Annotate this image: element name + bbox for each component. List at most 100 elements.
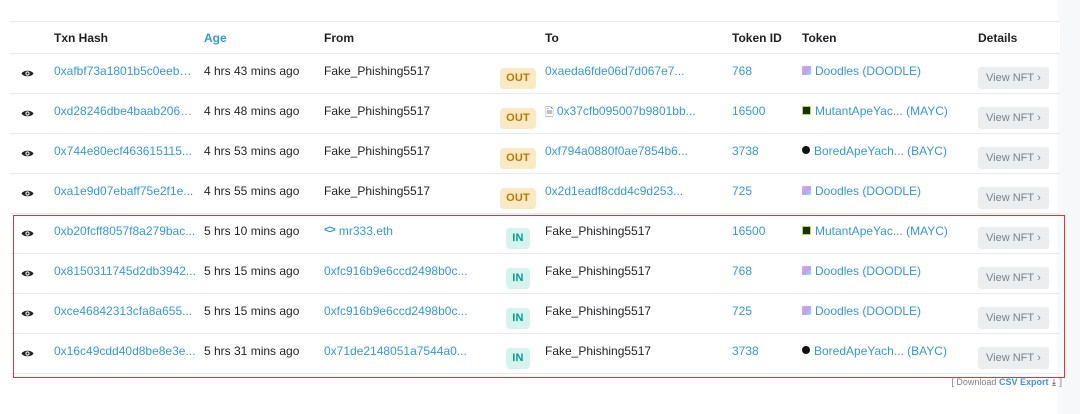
token-id-link[interactable]: 725 (732, 184, 752, 198)
eye-icon[interactable] (18, 225, 36, 243)
age-label: 4 hrs 48 mins ago (204, 104, 300, 118)
chevron-right-icon: › (1037, 351, 1041, 364)
txn-hash-link[interactable]: 0xafbf73a1801b5c0eeb6... (54, 64, 196, 78)
view-nft-button[interactable]: View NFT › (978, 66, 1049, 89)
chevron-right-icon: › (1037, 151, 1041, 164)
eye-icon[interactable] (18, 185, 36, 203)
direction-cell: OUT (498, 174, 538, 213)
scrollbar-track[interactable] (1058, 0, 1080, 414)
to-address-link[interactable]: 0x2d1eadf8cdd4c9d253... (545, 184, 683, 198)
txn-hash-cell: 0x744e80ecf463615115... (54, 134, 196, 173)
download-csv-line: [ Download CSV Export ⤓ ] (951, 377, 1062, 388)
eye-icon[interactable] (18, 65, 36, 83)
from-address-link[interactable]: 0xfc916b9e6ccd2498b0c... (324, 304, 467, 318)
token-link[interactable]: Doodles (DOODLE) (815, 184, 921, 198)
from-address-label: Fake_Phishing5517 (324, 104, 431, 118)
doodles-icon (802, 306, 811, 315)
header-age-sort[interactable]: Age (204, 22, 314, 53)
eye-icon[interactable] (18, 265, 36, 283)
token-cell: MutantApeYac... (MAYC) (802, 94, 972, 133)
txn-hash-cell: 0x8150311745d2db3942... (54, 254, 196, 293)
from-cell: <> mr333.eth (324, 214, 494, 253)
view-nft-button[interactable]: View NFT › (978, 306, 1049, 329)
direction-badge: OUT (500, 107, 536, 129)
view-nft-label: View NFT (986, 71, 1035, 84)
from-address-link[interactable]: mr333.eth (339, 224, 393, 238)
chevron-right-icon: › (1037, 71, 1041, 84)
table-row: 0x744e80ecf463615115... 4 hrs 53 mins ago… (10, 134, 1060, 174)
token-id-cell: 725 (732, 174, 792, 213)
token-link[interactable]: Doodles (DOODLE) (815, 304, 921, 318)
details-cell: View NFT › (978, 134, 1058, 173)
direction-cell: OUT (498, 94, 538, 133)
from-address-link[interactable]: 0x71de2148051a7544a0... (324, 344, 467, 358)
age-label: 4 hrs 53 mins ago (204, 144, 300, 158)
age-cell: 5 hrs 10 mins ago (204, 214, 314, 253)
token-link[interactable]: MutantApeYac... (MAYC) (815, 224, 948, 238)
from-address-label: Fake_Phishing5517 (324, 144, 431, 158)
token-id-link[interactable]: 768 (732, 64, 752, 78)
from-address-link[interactable]: 0xfc916b9e6ccd2498b0c... (324, 264, 467, 278)
token-link[interactable]: Doodles (DOODLE) (815, 264, 921, 278)
details-cell: View NFT › (978, 174, 1058, 213)
view-nft-button[interactable]: View NFT › (978, 106, 1049, 129)
details-cell: View NFT › (978, 334, 1058, 373)
token-id-link[interactable]: 16500 (732, 104, 765, 118)
txn-hash-link[interactable]: 0xd28246dbe4baab2065... (54, 104, 196, 118)
view-nft-button[interactable]: View NFT › (978, 346, 1049, 369)
token-id-cell: 725 (732, 294, 792, 333)
header-token: Token (802, 30, 837, 45)
token-cell: BoredApeYach... (BAYC) (802, 334, 972, 373)
eye-icon[interactable] (18, 105, 36, 123)
txn-hash-link[interactable]: 0xa1e9d07ebaff75e2f1e... (54, 184, 193, 198)
view-nft-label: View NFT (986, 271, 1035, 284)
token-id-link[interactable]: 3738 (732, 144, 759, 158)
csv-export-link[interactable]: CSV Export (999, 377, 1049, 387)
view-nft-button[interactable]: View NFT › (978, 226, 1049, 249)
txn-hash-link[interactable]: 0x8150311745d2db3942... (54, 264, 196, 278)
to-address-label: Fake_Phishing5517 (545, 304, 652, 318)
to-address-link[interactable]: 0xf794a0880f0ae7854b6... (545, 144, 688, 158)
txn-hash-link[interactable]: 0x744e80ecf463615115... (54, 144, 192, 158)
age-cell: 4 hrs 55 mins ago (204, 174, 314, 213)
token-id-link[interactable]: 16500 (732, 224, 765, 238)
from-cell: Fake_Phishing5517 (324, 134, 494, 173)
view-nft-label: View NFT (986, 151, 1035, 164)
bayc-icon (802, 346, 810, 354)
txn-hash-cell: 0x16c49cdd40d8be8e3e... (54, 334, 196, 373)
direction-cell: OUT (498, 134, 538, 173)
doodles-icon (802, 186, 811, 195)
doodles-icon (802, 66, 811, 75)
age-label: 5 hrs 10 mins ago (204, 224, 300, 238)
txn-hash-link[interactable]: 0x16c49cdd40d8be8e3e... (54, 344, 195, 358)
token-link[interactable]: MutantApeYac... (MAYC) (815, 104, 948, 118)
token-link[interactable]: BoredApeYach... (BAYC) (814, 344, 947, 358)
txn-hash-link[interactable]: 0xb20fcff8057f8a279bac... (54, 224, 195, 238)
to-address-link[interactable]: 0xaeda6fde06d7d067e7... (545, 64, 684, 78)
eye-icon[interactable] (18, 305, 36, 323)
download-suffix: ] (1059, 377, 1062, 387)
view-nft-button[interactable]: View NFT › (978, 146, 1049, 169)
to-address-link[interactable]: 0x37cfb095007b9801bb... (557, 104, 696, 118)
token-cell: Doodles (DOODLE) (802, 174, 972, 213)
token-link[interactable]: BoredApeYach... (BAYC) (814, 144, 947, 158)
token-id-link[interactable]: 3738 (732, 344, 759, 358)
eye-cell (10, 214, 44, 253)
token-link[interactable]: Doodles (DOODLE) (815, 64, 921, 78)
download-icon: ⤓ (1051, 377, 1056, 387)
view-nft-label: View NFT (986, 191, 1035, 204)
view-nft-button[interactable]: View NFT › (978, 266, 1049, 289)
age-cell: 5 hrs 31 mins ago (204, 334, 314, 373)
header-eye-col (10, 22, 44, 53)
view-nft-label: View NFT (986, 231, 1035, 244)
view-nft-button[interactable]: View NFT › (978, 186, 1049, 209)
age-cell: 4 hrs 48 mins ago (204, 94, 314, 133)
token-id-link[interactable]: 725 (732, 304, 752, 318)
nft-transfers-table: Txn Hash Age From To Token ID Token Deta… (10, 21, 1060, 374)
txn-hash-link[interactable]: 0xce46842313cfa8a655... (54, 304, 192, 318)
eye-cell (10, 254, 44, 293)
eye-icon[interactable] (18, 145, 36, 163)
eye-icon[interactable] (18, 345, 36, 363)
token-id-link[interactable]: 768 (732, 264, 752, 278)
chevron-right-icon: › (1037, 231, 1041, 244)
